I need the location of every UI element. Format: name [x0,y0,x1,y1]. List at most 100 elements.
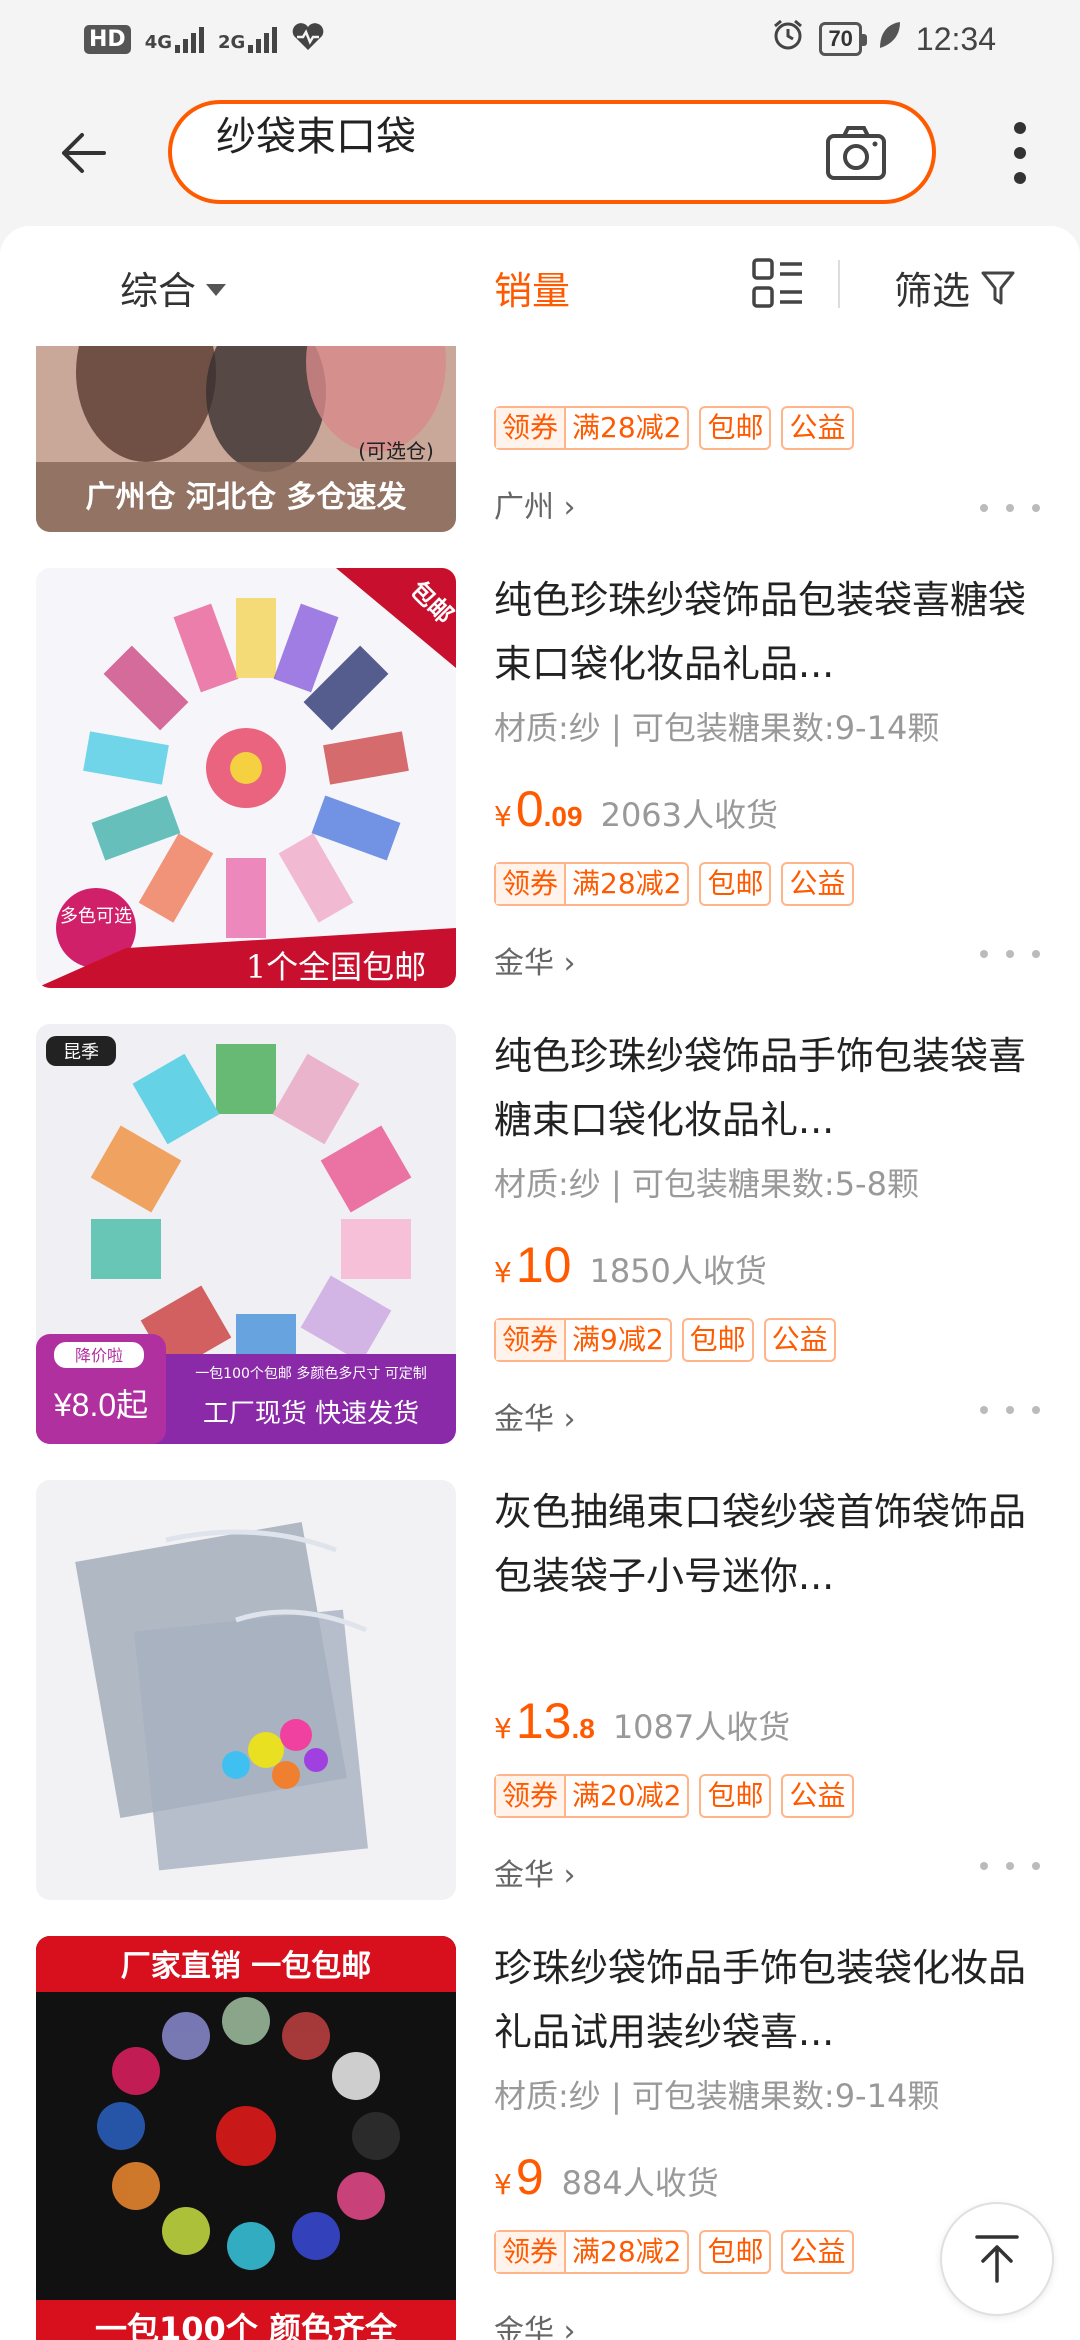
product-price: ¥ 10 [494,1236,571,1294]
product-info: 珍珠纱袋饰品手饰包装袋化妆品礼品试用装纱袋喜... 材质:纱 | 可包装糖果数:… [494,1936,1034,2340]
item-more-button[interactable] [980,944,1040,964]
image-caption: 1个全国包邮 [246,948,426,986]
price-row: ¥ 0 .09 2063人收货 [494,780,778,838]
status-right: 70 12:34 [771,18,996,60]
image-small-text: 一包100个包邮 多颜色多尺寸 可定制 [195,1365,427,1382]
back-button[interactable] [48,118,118,188]
filter-icon [981,271,1015,304]
charity-tag: 公益 [781,2230,854,2274]
layout-toggle-button[interactable] [750,256,806,312]
charity-tag: 公益 [781,406,854,450]
sort-divider [838,260,840,308]
product-price: ¥ 0 .09 [494,780,583,838]
coupon-value: 满28减2 [572,411,682,444]
image-caption: 广州仓 河北仓 多仓速发 [86,480,407,515]
product-tags: 领券 满20减2 包邮 公益 [494,1774,854,1818]
product-spec: 材质:纱 | 可包装糖果数:5-8颗 [494,1165,919,1203]
search-input[interactable]: 纱袋束口袋 [168,100,936,204]
product-item[interactable]: 灰色抽绳束口袋纱袋首饰袋饰品包装袋子小号迷你... ¥ 13 .8 1087人收… [0,1480,1080,1936]
sold-count: 2063人收货 [600,796,779,834]
image-caption: 工厂现货 快速发货 [203,1399,419,1429]
product-item[interactable]: 厂家直销 一包包邮 一包100个 颜色齐全 珍珠纱袋饰品手饰包装袋化妆品礼品试用… [0,1936,1080,2340]
price-integer: 0 [515,781,544,837]
free-shipping-tag: 包邮 [699,406,772,450]
coupon-value: 满9减2 [572,1323,664,1356]
item-more-button[interactable] [980,498,1040,518]
currency-symbol: ¥ [494,2168,512,2201]
product-price: ¥ 13 .8 [494,1692,595,1750]
charity-tag: 公益 [763,1318,836,1362]
product-item[interactable]: 昆季 降价啦 ¥8.0起 一包100个包邮 多颜色多尺寸 可定制 工厂现货 快速… [0,1024,1080,1480]
caret-down-icon [206,283,227,296]
product-price: ¥ 9 [494,2148,544,2206]
image-price-tag: 降价啦 [75,1346,123,1365]
camera-icon [826,126,886,180]
image-brand: 昆季 [63,1042,99,1063]
hd-icon: HD [84,24,131,54]
product-tags: 领券 满28减2 包邮 公益 [494,406,854,450]
price-integer: 10 [515,1237,572,1293]
item-more-button[interactable] [980,1400,1040,1420]
product-location[interactable]: 金华 [494,2306,576,2340]
charity-tag: 公益 [781,862,854,906]
sort-sales[interactable]: 销量 [494,260,570,315]
coupon-value: 满28减2 [572,2235,682,2268]
list-layout-icon [752,258,802,308]
product-location[interactable]: 金华 [494,1394,576,1438]
price-integer: 13 [515,1693,572,1749]
coupon-value: 满28减2 [572,867,682,900]
product-title[interactable]: 纯色珍珠纱袋饰品包装袋喜糖袋束口袋化妆品礼品... [494,568,1034,696]
coupon-tag: 领券 满28减2 [494,406,690,450]
product-image[interactable]: 厂家直销 一包包邮 一包100个 颜色齐全 [36,1936,456,2340]
product-spec: 材质:纱 | 可包装糖果数:9-14颗 [494,709,940,747]
more-options-button[interactable] [1010,122,1030,184]
sold-count: 1850人收货 [589,1252,767,1290]
product-location[interactable]: 金华 [494,1850,576,1894]
product-image[interactable]: 昆季 降价啦 ¥8.0起 一包100个包邮 多颜色多尺寸 可定制 工厂现货 快速… [36,1024,456,1444]
arrow-left-icon [62,133,106,173]
product-location[interactable]: 金华 [494,938,576,982]
sort-comprehensive[interactable]: 综合 [120,260,227,315]
item-more-button[interactable] [980,1856,1040,1876]
currency-symbol: ¥ [494,1712,512,1745]
price-row: ¥ 10 1850人收货 [494,1236,767,1294]
sort-bar: 综合 销量 筛选 [0,226,1080,346]
product-tags: 领券 满9减2 包邮 公益 [494,1318,836,1362]
battery-icon: 70 [819,22,868,56]
filter-label: 筛选 [894,269,971,313]
product-spec [494,1616,1034,1664]
results-panel: 综合 销量 筛选 广州仓 河北仓 多仓速发 (可选仓) 领券 满28减2 包邮 … [0,226,1080,2340]
product-info: 灰色抽绳束口袋纱袋首饰袋饰品包装袋子小号迷你... ¥ 13 .8 1087人收… [494,1480,1034,1893]
coupon-label: 领券 [496,864,567,904]
coupon-label: 领券 [496,408,567,448]
coupon-label: 领券 [496,2232,567,2272]
sort-sales-label: 销量 [494,269,571,313]
free-shipping-tag: 包邮 [681,1318,754,1362]
product-image[interactable] [36,1480,456,1900]
coupon-tag: 领券 满28减2 [494,862,690,906]
network-label-2g: 2G [218,32,246,53]
product-info: 纯色珍珠纱袋饰品手饰包装袋喜糖束口袋化妆品礼... 材质:纱 | 可包装糖果数:… [494,1024,1034,1437]
status-bar: HD 4G 2G 70 12:34 [0,0,1080,84]
price-decimal: .8 [571,1713,595,1744]
price-integer: 9 [515,2149,544,2205]
product-title[interactable]: 灰色抽绳束口袋纱袋首饰袋饰品包装袋子小号迷你... [494,1480,1034,1608]
image-subcaption: (可选仓) [358,439,434,463]
search-header: 纱袋束口袋 [0,84,1080,226]
arrow-up-to-top-icon [975,2235,1019,2283]
coupon-label: 领券 [496,1776,567,1816]
product-title[interactable]: 珍珠纱袋饰品手饰包装袋化妆品礼品试用装纱袋喜... [494,1936,1034,2064]
search-query: 纱袋束口袋 [216,114,416,160]
back-to-top-button[interactable] [940,2202,1054,2316]
coupon-tag: 领券 满28减2 [494,2230,690,2274]
product-title[interactable]: 纯色珍珠纱袋饰品手饰包装袋喜糖束口袋化妆品礼... [494,1024,1034,1152]
product-item[interactable]: 包邮 多色可选 1个全国包邮 纯色珍珠纱袋饰品包装袋喜糖袋束口袋化妆品礼品...… [0,568,1080,1024]
product-image[interactable]: 包邮 多色可选 1个全国包邮 [36,568,456,988]
free-shipping-tag: 包邮 [699,862,772,906]
camera-search-button[interactable] [824,122,888,182]
filter-button[interactable]: 筛选 [894,260,1016,315]
status-left: HD 4G 2G [84,22,325,56]
image-top-caption: 厂家直销 一包包邮 [121,1949,371,1984]
coupon-tag: 领券 满9减2 [494,1318,672,1362]
product-location[interactable]: 广州 [494,482,576,526]
